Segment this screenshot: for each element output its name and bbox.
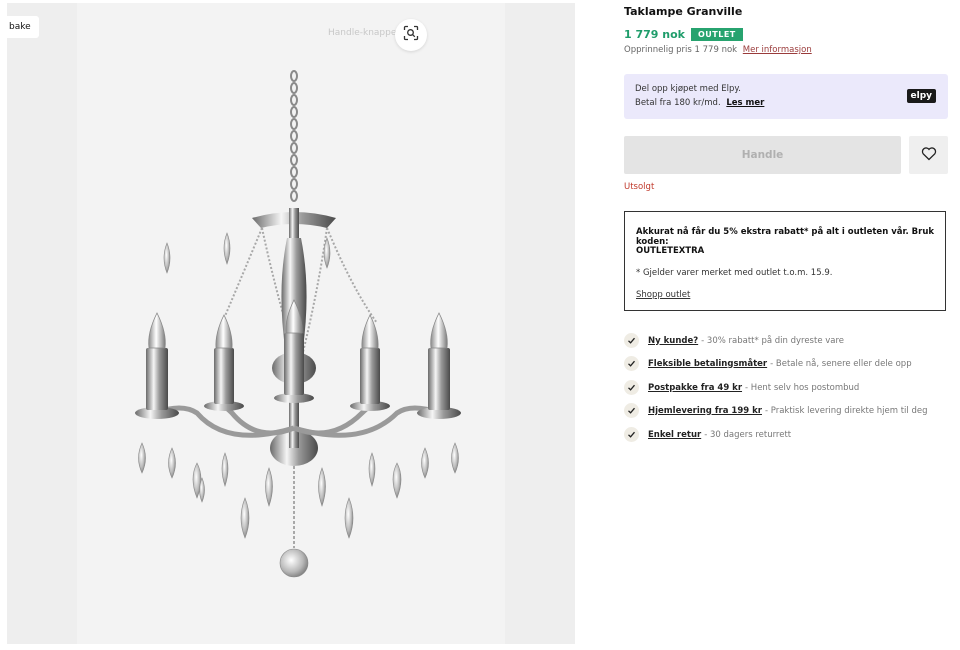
- buy-button[interactable]: Handle: [624, 136, 901, 174]
- usp-item: Ny kunde? - 30% rabatt* på din dyreste v…: [624, 333, 844, 348]
- usp-item: Hjemlevering fra 199 kr - Praktisk lever…: [624, 403, 928, 418]
- back-button[interactable]: bake: [7, 16, 39, 38]
- check-icon: [624, 356, 639, 371]
- product-image-gallery[interactable]: bake Handle-knappen: [7, 3, 575, 644]
- usp-link[interactable]: Postpakke fra 49 kr: [648, 383, 742, 393]
- chandelier-image: [135, 70, 461, 578]
- zoom-button[interactable]: [395, 19, 427, 51]
- elpy-financing-box: Del opp kjøpet med Elpy. Betal fra 180 k…: [624, 74, 948, 119]
- product-title: Taklampe Granville: [624, 5, 743, 18]
- usp-link[interactable]: Enkel retur: [648, 430, 701, 440]
- favorite-button[interactable]: [909, 136, 948, 174]
- usp-link[interactable]: Hjemlevering fra 199 kr: [648, 406, 762, 416]
- promo-code: OUTLETEXTRA: [636, 246, 705, 256]
- usp-item: Fleksible betalingsmåter - Betale nå, se…: [624, 356, 912, 371]
- check-icon: [624, 403, 639, 418]
- usp-item: Enkel retur - 30 dagers returrett: [624, 427, 791, 442]
- more-info-link[interactable]: Mer informasjon: [743, 45, 812, 55]
- elpy-logo: elpy: [906, 89, 936, 103]
- promo-terms: * Gjelder varer merket med outlet t.o.m.…: [636, 268, 833, 278]
- usp-desc: - Praktisk levering direkte hjem til deg: [764, 405, 928, 416]
- check-icon: [624, 333, 639, 348]
- usp-link[interactable]: Fleksible betalingsmåter: [648, 359, 767, 369]
- elpy-price-text: Betal fra 180 kr/md.: [635, 98, 721, 108]
- scan-zoom-icon: [403, 25, 419, 45]
- usp-link[interactable]: Ny kunde?: [648, 336, 698, 346]
- price-row: 1 779 nok OUTLET: [624, 28, 743, 41]
- check-icon: [624, 427, 639, 442]
- elpy-line1: Del opp kjøpet med Elpy.: [635, 84, 741, 94]
- original-price-row: Opprinnelig pris 1 779 nok Mer informasj…: [624, 45, 812, 55]
- shop-outlet-link[interactable]: Shopp outlet: [636, 290, 690, 300]
- outlet-badge: OUTLET: [690, 28, 743, 41]
- promo-text: Akkurat nå får du 5% ekstra rabatt* på a…: [636, 227, 935, 247]
- original-price: Opprinnelig pris 1 779 nok: [624, 45, 738, 55]
- product-price: 1 779 nok: [624, 28, 685, 41]
- elpy-read-more-link[interactable]: Les mer: [726, 98, 764, 108]
- stock-status: Utsolgt: [624, 182, 655, 192]
- heart-icon: [921, 146, 937, 165]
- usp-item: Postpakke fra 49 kr - Hent selv hos post…: [624, 380, 859, 395]
- usp-desc: - Betale nå, senere eller dele opp: [770, 358, 912, 369]
- gallery-hint: Handle-knappen: [328, 28, 403, 38]
- elpy-line2: Betal fra 180 kr/md. Les mer: [635, 98, 764, 108]
- usp-desc: - 30 dagers returrett: [704, 429, 792, 440]
- usp-desc: - 30% rabatt* på din dyreste vare: [701, 335, 845, 346]
- usp-desc: - Hent selv hos postombud: [745, 382, 860, 393]
- outlet-promo-box: Akkurat nå får du 5% ekstra rabatt* på a…: [624, 211, 946, 311]
- check-icon: [624, 380, 639, 395]
